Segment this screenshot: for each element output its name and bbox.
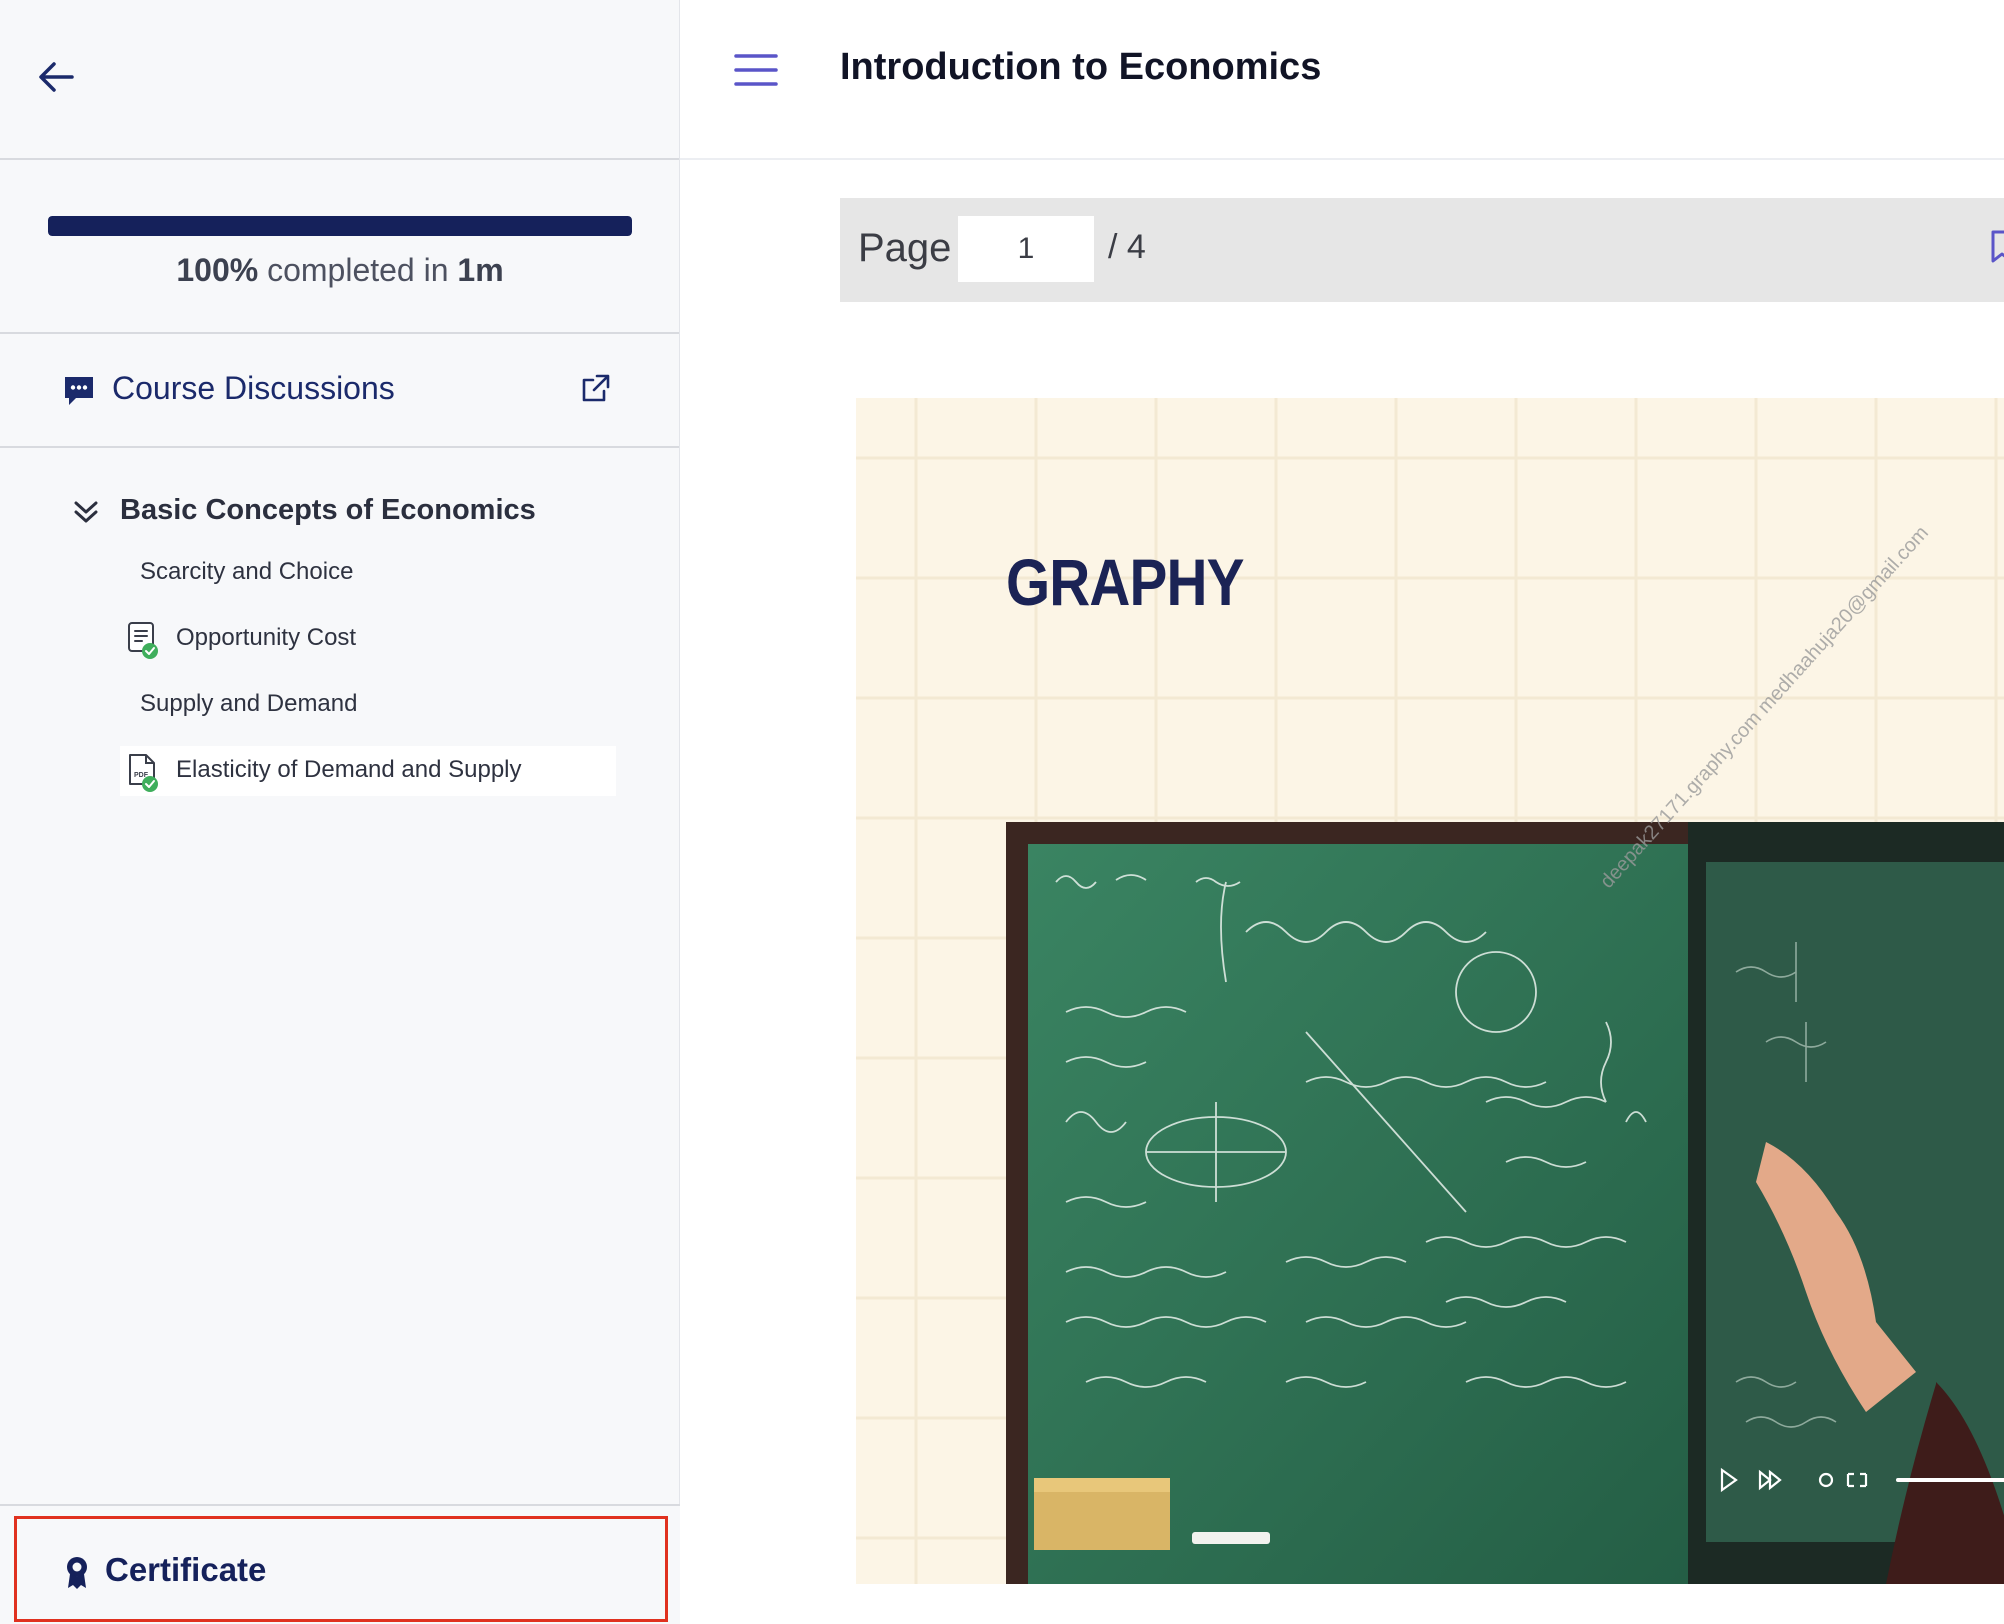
lesson-label: Supply and Demand — [140, 690, 358, 717]
back-arrow-icon[interactable] — [34, 55, 78, 99]
pdf-icon: PDF — [129, 754, 158, 792]
chapter-header[interactable]: Basic Concepts of Economics — [70, 492, 630, 532]
hamburger-menu-icon[interactable] — [734, 50, 778, 90]
lesson-item-active[interactable]: PDF Elasticity of Demand and Supply — [120, 746, 616, 796]
pdf-page: GRAPHY deepak27171.graphy.com medhaahuja… — [856, 398, 2004, 1584]
certificate-button[interactable]: Certificate — [14, 1516, 668, 1622]
top-bar: Introduction to Economics — [680, 0, 2004, 160]
course-sidebar: 100% completed in 1m Course Discussions … — [0, 0, 680, 1624]
page-label: Page — [858, 226, 952, 270]
progress-bar — [48, 216, 632, 236]
brand-logo: GRAPHY — [1006, 545, 1245, 619]
external-link-icon[interactable] — [580, 372, 612, 404]
quiz-icon — [128, 622, 158, 659]
lesson-item[interactable]: Supply and Demand — [120, 680, 616, 730]
bookmark-icon[interactable] — [1990, 230, 2004, 264]
pdf-toolbar: Page / 4 — [840, 198, 2004, 302]
award-badge-icon — [67, 1557, 87, 1589]
certificate-label: Certificate — [105, 1551, 267, 1588]
chat-bubble-icon — [65, 377, 93, 405]
content-area: Introduction to Economics Page / 4 GRAPH… — [680, 0, 2004, 1624]
course-discussions-link[interactable]: Course Discussions — [0, 334, 679, 448]
lesson-label: Elasticity of Demand and Supply — [176, 756, 522, 783]
certificate-footer: Certificate — [0, 1504, 680, 1624]
page-title: Introduction to Economics — [840, 46, 1322, 88]
progress-percent: 100% — [176, 252, 259, 288]
progress-section: 100% completed in 1m — [0, 160, 679, 334]
double-chevron-down-icon — [74, 501, 98, 523]
lesson-item[interactable]: Opportunity Cost — [120, 614, 616, 664]
course-discussions-label: Course Discussions — [112, 370, 395, 406]
lesson-item[interactable]: Scarcity and Choice — [120, 548, 616, 598]
lesson-label: Opportunity Cost — [176, 624, 357, 651]
sidebar-header — [0, 0, 679, 160]
progress-middle-text: completed in — [267, 252, 449, 288]
lesson-label: Scarcity and Choice — [140, 558, 354, 585]
page-number-input[interactable] — [958, 216, 1094, 282]
progress-text: 100% completed in 1m — [0, 252, 680, 289]
progress-duration: 1m — [457, 252, 504, 288]
chapter-title: Basic Concepts of Economics — [120, 494, 536, 526]
progress-bar-fill — [48, 216, 632, 236]
chalkboard-image — [1006, 822, 2004, 1584]
page-total: / 4 — [1108, 228, 1146, 266]
